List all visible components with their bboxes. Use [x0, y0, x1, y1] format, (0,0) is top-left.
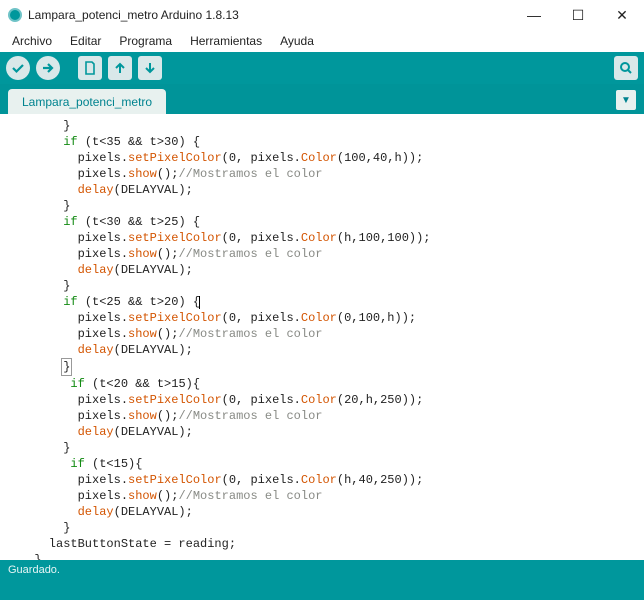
code-editor[interactable]: } if (t<35 && t>30) { pixels.setPixelCol…	[0, 114, 644, 560]
close-button[interactable]: ✕	[600, 0, 644, 30]
minimize-button[interactable]: —	[512, 0, 556, 30]
matching-bracket-highlight: }	[61, 358, 72, 376]
toolbar	[0, 52, 644, 84]
file-icon	[84, 61, 96, 75]
check-icon	[11, 61, 25, 75]
tab-strip: Lampara_potenci_metro ▼	[0, 84, 644, 114]
verify-button[interactable]	[6, 56, 30, 80]
console-message-bar: Guardado.	[0, 560, 644, 582]
menu-herramientas[interactable]: Herramientas	[182, 32, 270, 50]
maximize-button[interactable]: ☐	[556, 0, 600, 30]
status-bar	[0, 582, 644, 600]
text-cursor	[199, 296, 200, 309]
serial-monitor-icon	[619, 61, 633, 75]
arrow-up-icon	[114, 61, 126, 75]
menu-editar[interactable]: Editar	[62, 32, 109, 50]
tab-main-sketch[interactable]: Lampara_potenci_metro	[8, 89, 166, 114]
serial-monitor-button[interactable]	[614, 56, 638, 80]
arduino-app-icon	[8, 8, 22, 22]
save-sketch-button[interactable]	[138, 56, 162, 80]
code-content[interactable]: } if (t<35 && t>30) { pixels.setPixelCol…	[0, 114, 644, 560]
window-titlebar: Lampara_potenci_metro Arduino 1.8.13 — ☐…	[0, 0, 644, 30]
menu-ayuda[interactable]: Ayuda	[272, 32, 322, 50]
arrow-down-icon	[144, 61, 156, 75]
tab-menu-button[interactable]: ▼	[616, 90, 636, 110]
window-title: Lampara_potenci_metro Arduino 1.8.13	[28, 8, 512, 22]
open-sketch-button[interactable]	[108, 56, 132, 80]
status-message: Guardado.	[8, 564, 60, 576]
arrow-right-icon	[41, 61, 55, 75]
menu-archivo[interactable]: Archivo	[4, 32, 60, 50]
menu-programa[interactable]: Programa	[111, 32, 180, 50]
upload-button[interactable]	[36, 56, 60, 80]
new-sketch-button[interactable]	[78, 56, 102, 80]
menu-bar: Archivo Editar Programa Herramientas Ayu…	[0, 30, 644, 52]
